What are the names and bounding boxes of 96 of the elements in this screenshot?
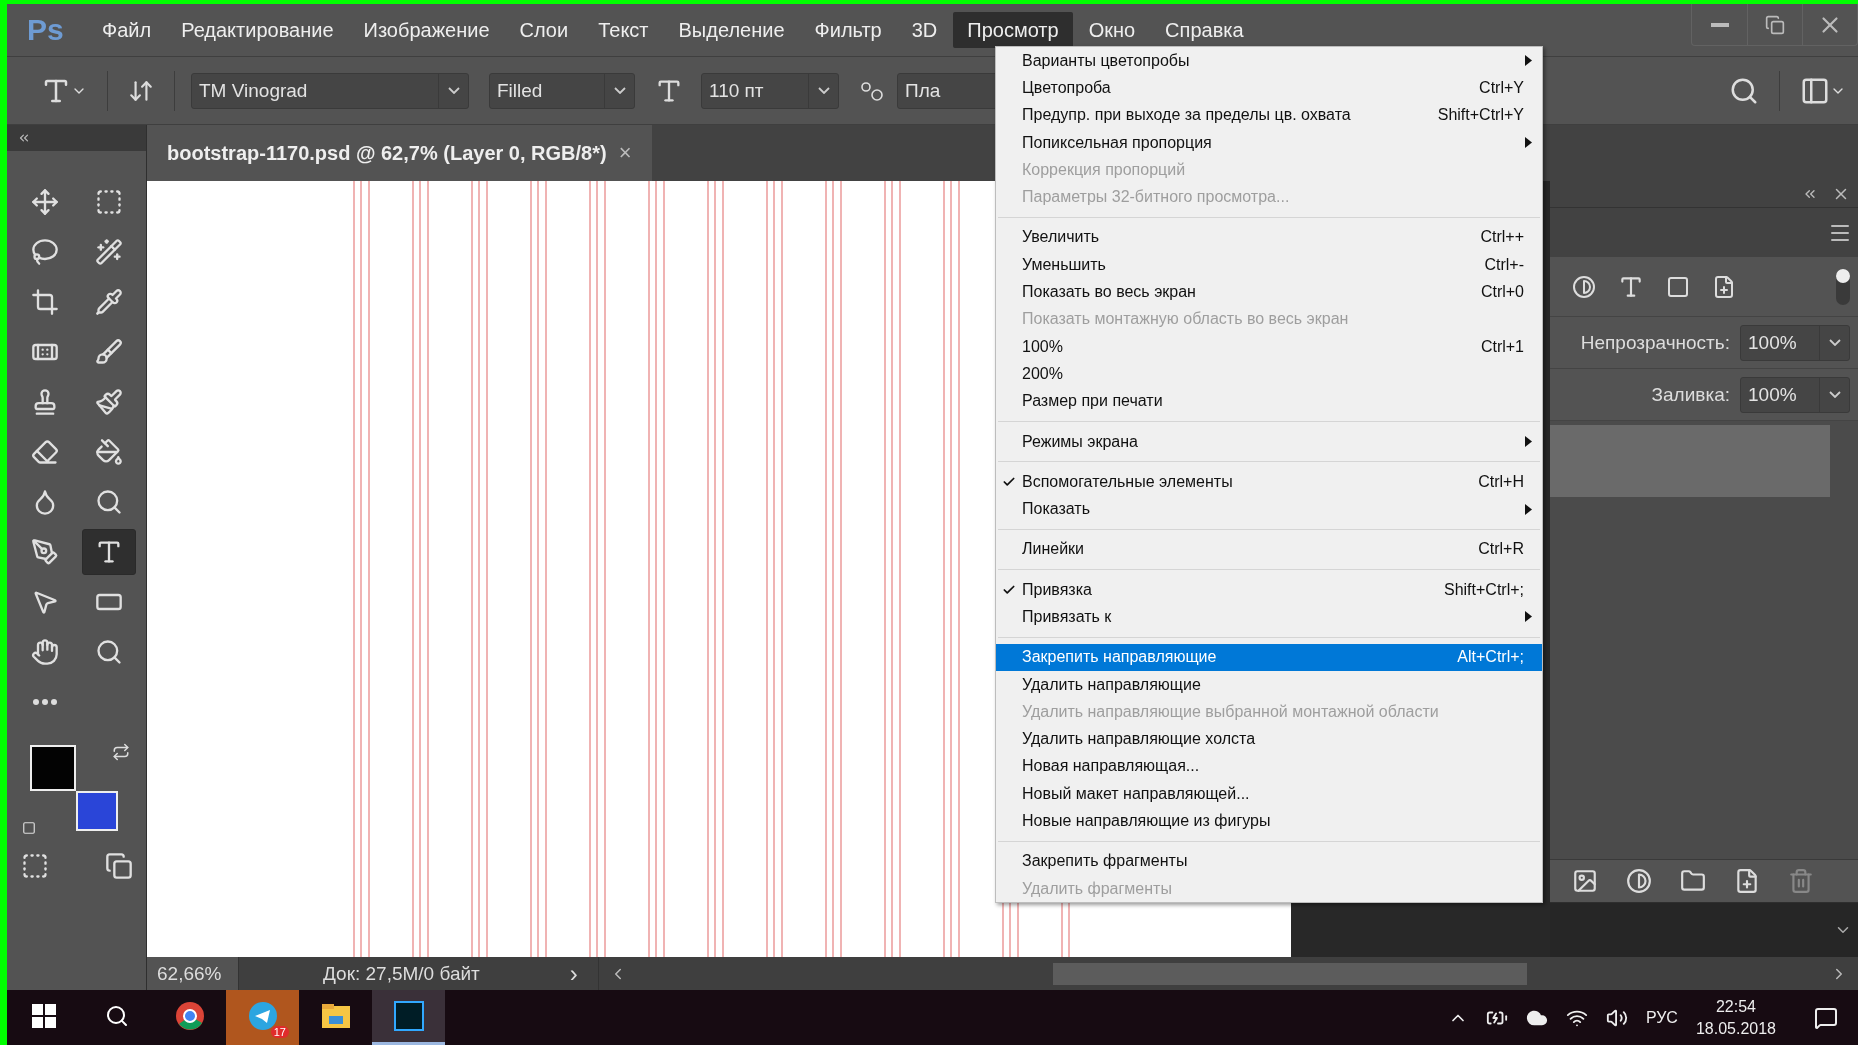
clock-date[interactable]: 18.05.2018 xyxy=(1695,1019,1776,1038)
menu-item[interactable]: Закрепить фрагменты xyxy=(996,847,1542,875)
menu-item[interactable]: Размер при печати xyxy=(996,387,1542,415)
menu-item[interactable]: 100% Ctrl+1 xyxy=(996,332,1542,361)
app-logo: Ps xyxy=(26,13,65,47)
zoom-level[interactable]: 62,66% xyxy=(147,957,239,990)
clock-time[interactable]: 22:54 xyxy=(1715,997,1756,1016)
history-brush-icon xyxy=(94,388,123,416)
foreground-swatch[interactable] xyxy=(29,745,76,791)
submenu-arrow-icon xyxy=(1525,137,1532,149)
lasso-icon xyxy=(30,238,59,266)
menu-item[interactable]: Попиксельная пропорция xyxy=(996,128,1542,157)
menu-item[interactable]: Выделение xyxy=(664,12,799,48)
menu-item[interactable]: Привязка Shift+Ctrl+; xyxy=(996,576,1542,604)
more-icon xyxy=(32,699,57,705)
tool-button[interactable] xyxy=(81,529,136,575)
menu-item[interactable]: Новый макет направляющей... xyxy=(996,780,1542,808)
menu-item[interactable]: Слои xyxy=(505,12,583,48)
shape-filter-icon[interactable] xyxy=(1666,274,1690,299)
restore-icon xyxy=(1765,14,1785,35)
hand-icon xyxy=(30,638,59,666)
browser-icon xyxy=(174,1001,205,1031)
brush-icon xyxy=(94,338,123,366)
caret-icon xyxy=(1828,339,1841,346)
eyedropper-icon xyxy=(94,288,123,316)
taskbar-app-button[interactable]: 17 xyxy=(226,990,299,1045)
fill-label: Заливка: xyxy=(1651,383,1730,406)
menu-item[interactable]: Удалить направляющие холста xyxy=(996,725,1542,753)
font-family-dropdown[interactable]: TM Vinograd xyxy=(191,72,469,109)
scrollbar-thumb[interactable] xyxy=(1052,962,1527,985)
status-menu-button[interactable]: › xyxy=(569,959,578,988)
zoom-icon xyxy=(94,638,123,666)
notifications-icon[interactable] xyxy=(1814,1005,1838,1030)
fill-field[interactable]: 100% xyxy=(1740,376,1850,413)
menu-item[interactable]: Редактирование xyxy=(167,12,348,48)
caret-icon xyxy=(817,87,830,94)
menu-item[interactable]: Фильтр xyxy=(800,12,896,48)
submenu-arrow-icon xyxy=(1525,55,1532,67)
font-style-dropdown[interactable]: Filled xyxy=(489,72,635,109)
new-layer-icon[interactable] xyxy=(1734,868,1760,894)
minimize-icon xyxy=(1710,22,1729,27)
windows-logo-icon xyxy=(31,1004,56,1028)
menu-item[interactable]: Показать во весь экран Ctrl+0 xyxy=(996,278,1542,306)
menu-item[interactable]: 200% xyxy=(996,360,1542,388)
adjustment-filter-icon[interactable] xyxy=(1572,274,1596,299)
swap-icon[interactable] xyxy=(111,743,130,761)
font-size-dropdown[interactable]: 110 пт xyxy=(701,72,839,109)
notification-badge: 17 xyxy=(270,1026,289,1038)
submenu-arrow-icon xyxy=(1525,436,1532,447)
menu-item[interactable]: Изображение xyxy=(349,12,504,48)
pen-icon xyxy=(30,538,59,566)
menu-item[interactable]: Увеличить Ctrl++ xyxy=(996,223,1542,252)
menu-item[interactable]: Привязать к xyxy=(996,603,1542,631)
menu-item[interactable]: Линейки Ctrl+R xyxy=(996,535,1542,564)
collapse-icon[interactable] xyxy=(17,131,31,145)
menu-item[interactable]: Вспомогательные элементы Ctrl+H xyxy=(996,468,1542,496)
crop-icon xyxy=(30,288,59,316)
tab-close-button[interactable]: × xyxy=(618,140,632,166)
menu-item[interactable]: Текст xyxy=(584,12,663,48)
marquee-icon xyxy=(94,188,123,216)
dashed-square-icon xyxy=(20,852,49,880)
caret-icon xyxy=(1828,391,1841,398)
eraser-icon xyxy=(30,438,59,466)
caret-icon xyxy=(613,87,626,94)
submenu-arrow-icon xyxy=(1525,503,1532,515)
document-info: Док: 27,5М/0 байт xyxy=(323,962,480,985)
menu-item[interactable]: Новые направляющие из фигуры xyxy=(996,807,1542,835)
background-swatch[interactable] xyxy=(75,791,118,831)
menu-item[interactable]: Показать xyxy=(996,495,1542,523)
submenu-arrow-icon xyxy=(1525,611,1532,623)
opacity-label: Непрозрачность: xyxy=(1580,331,1730,354)
menu-item[interactable]: Справка xyxy=(1151,12,1258,48)
menu-item[interactable]: Новая направляющая... xyxy=(996,752,1542,781)
menu-item[interactable]: Файл xyxy=(88,12,166,48)
menu-item[interactable]: Закрепить направляющие Alt+Ctrl+; xyxy=(996,643,1542,671)
taskbar-app-button[interactable] xyxy=(372,990,445,1045)
menu-item[interactable]: 3D xyxy=(897,12,952,48)
menu-item[interactable]: Просмотр xyxy=(953,12,1073,48)
move-icon xyxy=(30,188,59,216)
menu-item[interactable]: Уменьшить Ctrl+- xyxy=(996,251,1542,279)
folder-icon[interactable] xyxy=(1680,868,1706,894)
paint-bucket-icon xyxy=(94,438,123,466)
opacity-field[interactable]: 100% xyxy=(1740,324,1850,361)
menu-item[interactable]: Режимы экрана xyxy=(996,427,1542,456)
app-icon xyxy=(393,1001,424,1031)
menu-item[interactable]: Окно xyxy=(1074,12,1150,48)
adjustment-icon[interactable] xyxy=(1626,868,1652,894)
magic-wand-icon xyxy=(94,238,123,266)
language-indicator[interactable]: РУС xyxy=(1645,1008,1678,1027)
folder-icon xyxy=(320,1003,351,1029)
filter-toggle[interactable] xyxy=(1836,268,1850,305)
menu-item[interactable]: Удалить направляющие xyxy=(996,670,1542,699)
document-tab[interactable]: bootstrap-1170.psd @ 62,7% (Layer 0, RGB/8*) × xyxy=(147,125,652,181)
caret-icon xyxy=(447,87,460,94)
search-icon xyxy=(104,1004,129,1028)
menu-item[interactable]: Варианты цветопробы xyxy=(996,47,1542,75)
